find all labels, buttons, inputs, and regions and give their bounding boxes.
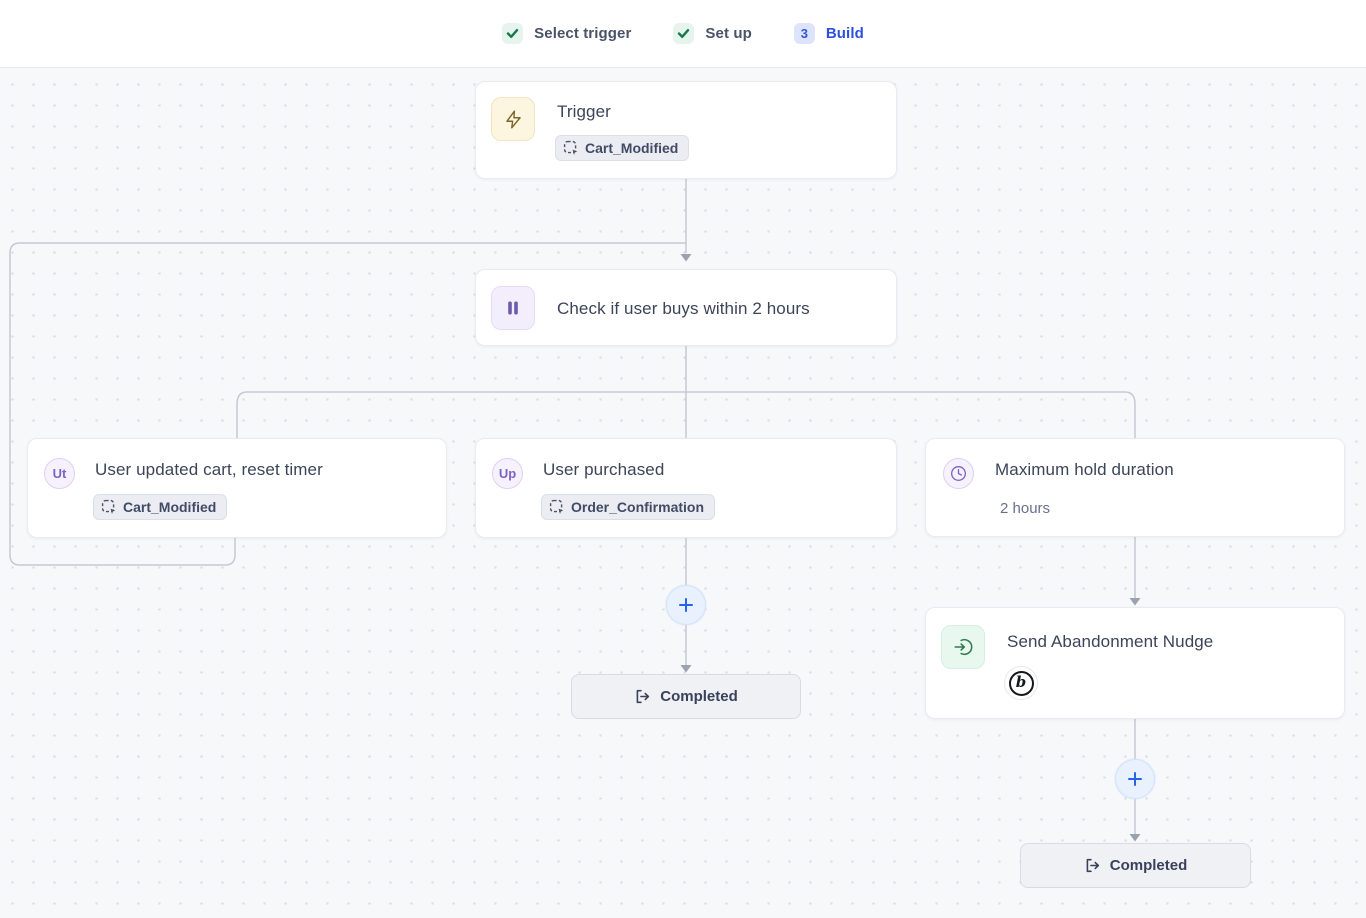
step-label: Select trigger	[534, 25, 631, 42]
event-tag-label: Order_Confirmation	[571, 499, 704, 515]
event-tag-icon	[101, 499, 117, 515]
clock-icon	[943, 458, 974, 489]
completed-label: Completed	[660, 688, 738, 705]
step-label: Build	[826, 25, 864, 42]
event-tag-icon	[549, 499, 565, 515]
branch-node-user-purchased[interactable]: Up User purchased Order_Confirmation	[475, 438, 897, 538]
event-tag: Order_Confirmation	[541, 494, 715, 520]
braze-channel-badge: b	[1004, 666, 1038, 700]
add-step-button-right[interactable]	[1115, 759, 1155, 799]
check-icon	[673, 23, 694, 44]
event-tag: Cart_Modified	[93, 494, 227, 520]
node-title: Check if user buys within 2 hours	[557, 299, 810, 319]
node-title: User updated cart, reset timer	[95, 460, 323, 480]
plus-icon	[1127, 771, 1143, 787]
completed-label: Completed	[1110, 857, 1188, 874]
wait-node[interactable]: Check if user buys within 2 hours	[475, 269, 897, 346]
event-tag-label: Cart_Modified	[123, 499, 216, 515]
completed-node-right[interactable]: Completed	[1020, 843, 1251, 888]
trigger-node[interactable]: Trigger Cart_Modified	[475, 81, 897, 179]
avatar: Up	[492, 458, 523, 489]
node-title: Maximum hold duration	[995, 460, 1174, 480]
completed-node-middle[interactable]: Completed	[571, 674, 801, 719]
step-label: Set up	[705, 25, 751, 42]
action-node-send-nudge[interactable]: Send Abandonment Nudge b	[925, 607, 1345, 719]
event-tag-icon	[563, 140, 579, 156]
node-title: Send Abandonment Nudge	[1007, 632, 1213, 652]
avatar: Ut	[44, 458, 75, 489]
node-title: Trigger	[557, 102, 611, 122]
event-tag-label: Cart_Modified	[585, 140, 678, 156]
step-build[interactable]: 3 Build	[794, 23, 864, 44]
duration-text: 2 hours	[1000, 500, 1050, 517]
flow-canvas[interactable]: Trigger Cart_Modified Check if user buys…	[0, 68, 1366, 918]
pause-icon	[491, 286, 535, 330]
node-title: User purchased	[543, 460, 664, 480]
enter-icon	[941, 625, 985, 669]
branch-node-user-updated[interactable]: Ut User updated cart, reset timer Cart_M…	[27, 438, 447, 538]
exit-icon	[634, 688, 651, 705]
step-select-trigger[interactable]: Select trigger	[502, 23, 631, 44]
step-number-badge: 3	[794, 23, 815, 44]
plus-icon	[678, 597, 694, 613]
branch-node-max-hold[interactable]: Maximum hold duration 2 hours	[925, 438, 1345, 537]
braze-logo-icon: b	[1009, 671, 1034, 696]
progress-steps: Select trigger Set up 3 Build	[0, 0, 1366, 68]
add-step-button-middle[interactable]	[666, 585, 706, 625]
event-tag: Cart_Modified	[555, 135, 689, 161]
check-icon	[502, 23, 523, 44]
lightning-icon	[491, 97, 535, 141]
exit-icon	[1084, 857, 1101, 874]
step-set-up[interactable]: Set up	[673, 23, 751, 44]
